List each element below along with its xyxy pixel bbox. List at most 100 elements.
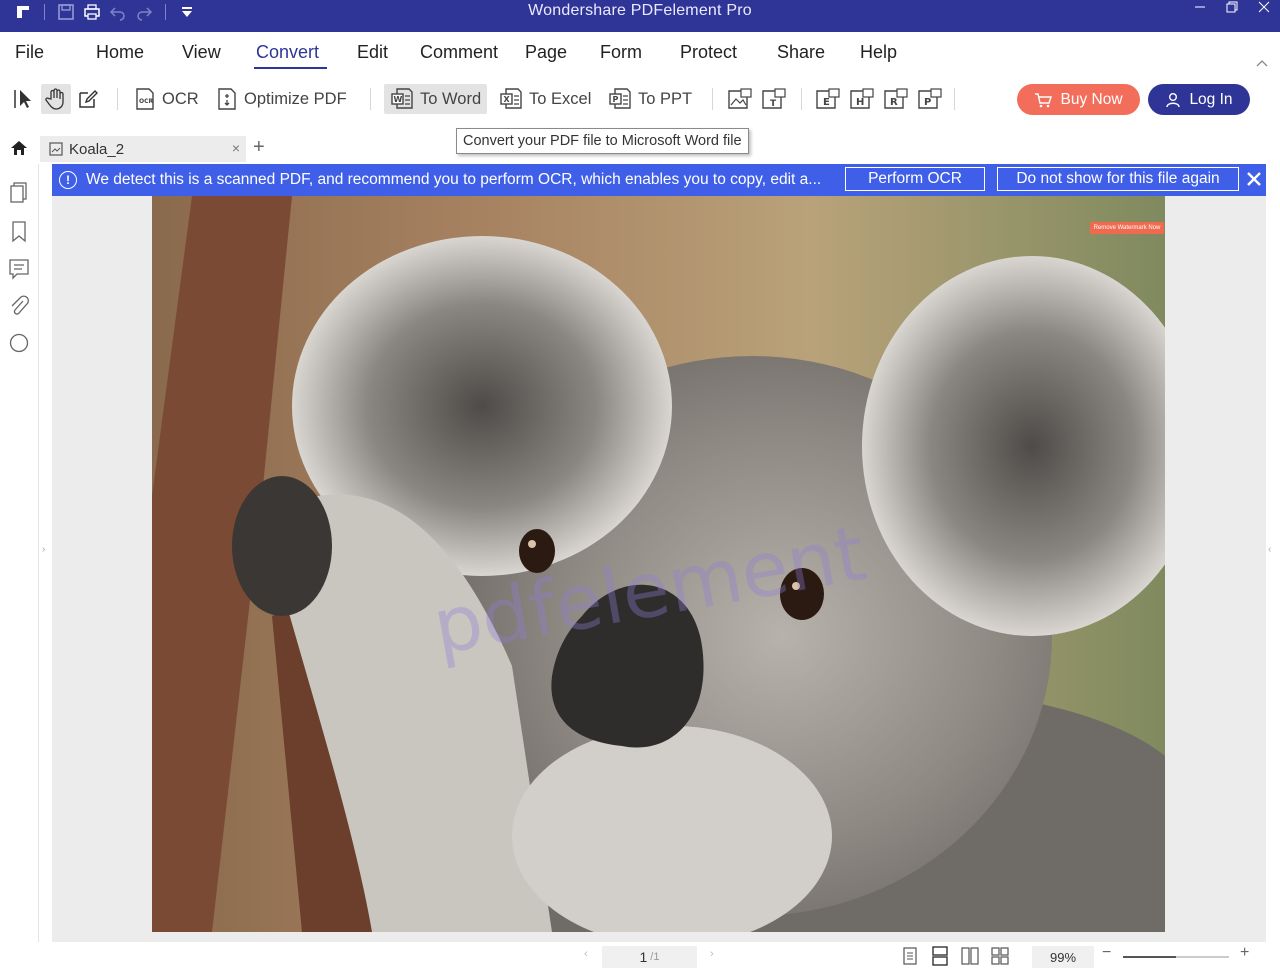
tab-label: Koala_2: [69, 140, 125, 158]
close-banner-icon[interactable]: [1244, 169, 1264, 189]
zoom-out-icon[interactable]: −: [1102, 944, 1111, 962]
select-tool-button[interactable]: [12, 84, 36, 114]
single-page-view-icon[interactable]: [900, 946, 920, 966]
text-file-icon: T: [762, 88, 786, 109]
to-image-button[interactable]: [727, 84, 753, 114]
hand-tool-button[interactable]: [41, 84, 71, 114]
to-word-label: To Word: [420, 89, 482, 108]
search-panel-icon[interactable]: [8, 331, 30, 353]
toolbar-divider: [712, 88, 713, 110]
to-word-tooltip: Convert your PDF file to Microsoft Word …: [456, 128, 749, 154]
svg-text:H: H: [856, 97, 864, 108]
to-excel-label: To Excel: [529, 89, 592, 108]
zoom-in-icon[interactable]: +: [1240, 944, 1249, 962]
buy-now-button[interactable]: Buy Now: [1017, 84, 1140, 115]
dismiss-ocr-button[interactable]: Do not show for this file again: [997, 167, 1239, 191]
svg-text:E: E: [823, 97, 830, 108]
buy-now-label: Buy Now: [1060, 90, 1123, 108]
optimize-label: Optimize PDF: [244, 89, 347, 108]
menu-view[interactable]: View: [182, 42, 221, 63]
info-icon: !: [59, 171, 77, 189]
window-controls: [1184, 0, 1280, 14]
svg-text:OCR: OCR: [139, 98, 154, 105]
two-page-view-icon[interactable]: [960, 946, 980, 966]
menu-convert[interactable]: Convert: [253, 42, 328, 69]
toolbar-divider: [117, 88, 118, 110]
image-file-icon: [728, 88, 752, 109]
svg-text:X: X: [504, 95, 511, 104]
menu-home[interactable]: Home: [96, 42, 144, 63]
menu-page[interactable]: Page: [525, 42, 567, 63]
hand-icon: [45, 88, 64, 110]
title-bar: Wondershare PDFelement Pro: [0, 0, 1280, 32]
home-icon[interactable]: [10, 140, 28, 161]
restore-button[interactable]: [1216, 0, 1248, 14]
perform-ocr-button[interactable]: Perform OCR: [845, 167, 985, 191]
svg-text:P: P: [924, 97, 931, 108]
pdfa-file-icon: P: [918, 88, 942, 109]
ocr-banner-message: We detect this is a scanned PDF, and rec…: [86, 171, 822, 188]
status-bar: ‹ 1 /1 › 99% − +: [0, 942, 1280, 971]
minimize-button[interactable]: [1184, 0, 1216, 14]
thumbnails-icon[interactable]: [8, 181, 30, 203]
page-number-field[interactable]: 1 /1: [602, 946, 697, 968]
to-text-button[interactable]: T: [761, 84, 787, 114]
cart-icon: [1035, 92, 1053, 107]
menu-share[interactable]: Share: [777, 42, 825, 63]
log-in-button[interactable]: Log In: [1148, 84, 1250, 115]
menu-help[interactable]: Help: [860, 42, 897, 63]
to-epub-button[interactable]: E: [815, 84, 841, 114]
close-window-button[interactable]: [1248, 0, 1280, 14]
zoom-slider[interactable]: [1123, 956, 1229, 958]
menu-edit[interactable]: Edit: [357, 42, 388, 63]
word-file-icon: W: [391, 88, 413, 109]
optimize-pdf-button[interactable]: Optimize PDF: [216, 84, 347, 114]
expand-right-panel-icon[interactable]: ‹: [1268, 544, 1271, 555]
to-ppt-label: To PPT: [638, 89, 693, 108]
to-html-button[interactable]: H: [849, 84, 875, 114]
ocr-icon: OCR: [136, 88, 154, 110]
svg-text:W: W: [394, 95, 403, 104]
menu-file[interactable]: File: [15, 42, 44, 63]
grid-view-icon[interactable]: [990, 946, 1010, 966]
window-title: Wondershare PDFelement Pro: [528, 2, 752, 19]
menu-form[interactable]: Form: [600, 42, 642, 63]
html-file-icon: H: [850, 88, 874, 109]
pdf-page-image: pdfelement: [152, 196, 1165, 932]
comments-icon[interactable]: [8, 257, 30, 280]
toolbar-divider: [801, 88, 802, 110]
image-doc-icon: [49, 142, 63, 156]
rtf-file-icon: R: [884, 88, 908, 109]
ppt-file-icon: P: [609, 88, 631, 109]
ocr-button[interactable]: OCR OCR: [134, 84, 199, 114]
expand-left-panel-icon[interactable]: ›: [42, 544, 45, 555]
menu-protect[interactable]: Protect: [680, 42, 737, 63]
close-tab-icon[interactable]: ×: [232, 140, 240, 156]
svg-text:P: P: [613, 95, 619, 104]
excel-file-icon: X: [500, 88, 522, 109]
remove-watermark-badge[interactable]: Remove Watermark Now: [1090, 222, 1164, 234]
total-pages: /1: [650, 951, 660, 963]
toolbar-divider: [370, 88, 371, 110]
continuous-view-icon[interactable]: [930, 946, 950, 966]
ocr-label: OCR: [162, 89, 199, 108]
edit-tool-button[interactable]: [76, 84, 100, 114]
tab-koala-2[interactable]: Koala_2 ×: [40, 136, 246, 162]
bookmark-icon[interactable]: [8, 220, 30, 243]
svg-text:R: R: [890, 97, 898, 108]
attachment-icon[interactable]: [8, 294, 30, 316]
collapse-ribbon-icon[interactable]: [1256, 54, 1268, 67]
zoom-level-field[interactable]: 99%: [1032, 946, 1094, 968]
to-pdfa-button[interactable]: P: [917, 84, 943, 114]
menu-bar: File Home View Convert Edit Comment Page Form Pr…: [0, 32, 1280, 74]
menu-comment[interactable]: Comment: [420, 42, 498, 63]
to-word-button[interactable]: W To Word: [384, 84, 488, 114]
to-ppt-button[interactable]: P To PPT: [608, 84, 692, 114]
left-side-panel: [0, 164, 39, 942]
to-rtf-button[interactable]: R: [883, 84, 909, 114]
next-page-icon[interactable]: ›: [710, 948, 714, 960]
optimize-icon: [218, 88, 236, 110]
previous-page-icon[interactable]: ‹: [584, 948, 588, 960]
to-excel-button[interactable]: X To Excel: [499, 84, 591, 114]
add-tab-icon[interactable]: +: [253, 136, 265, 159]
